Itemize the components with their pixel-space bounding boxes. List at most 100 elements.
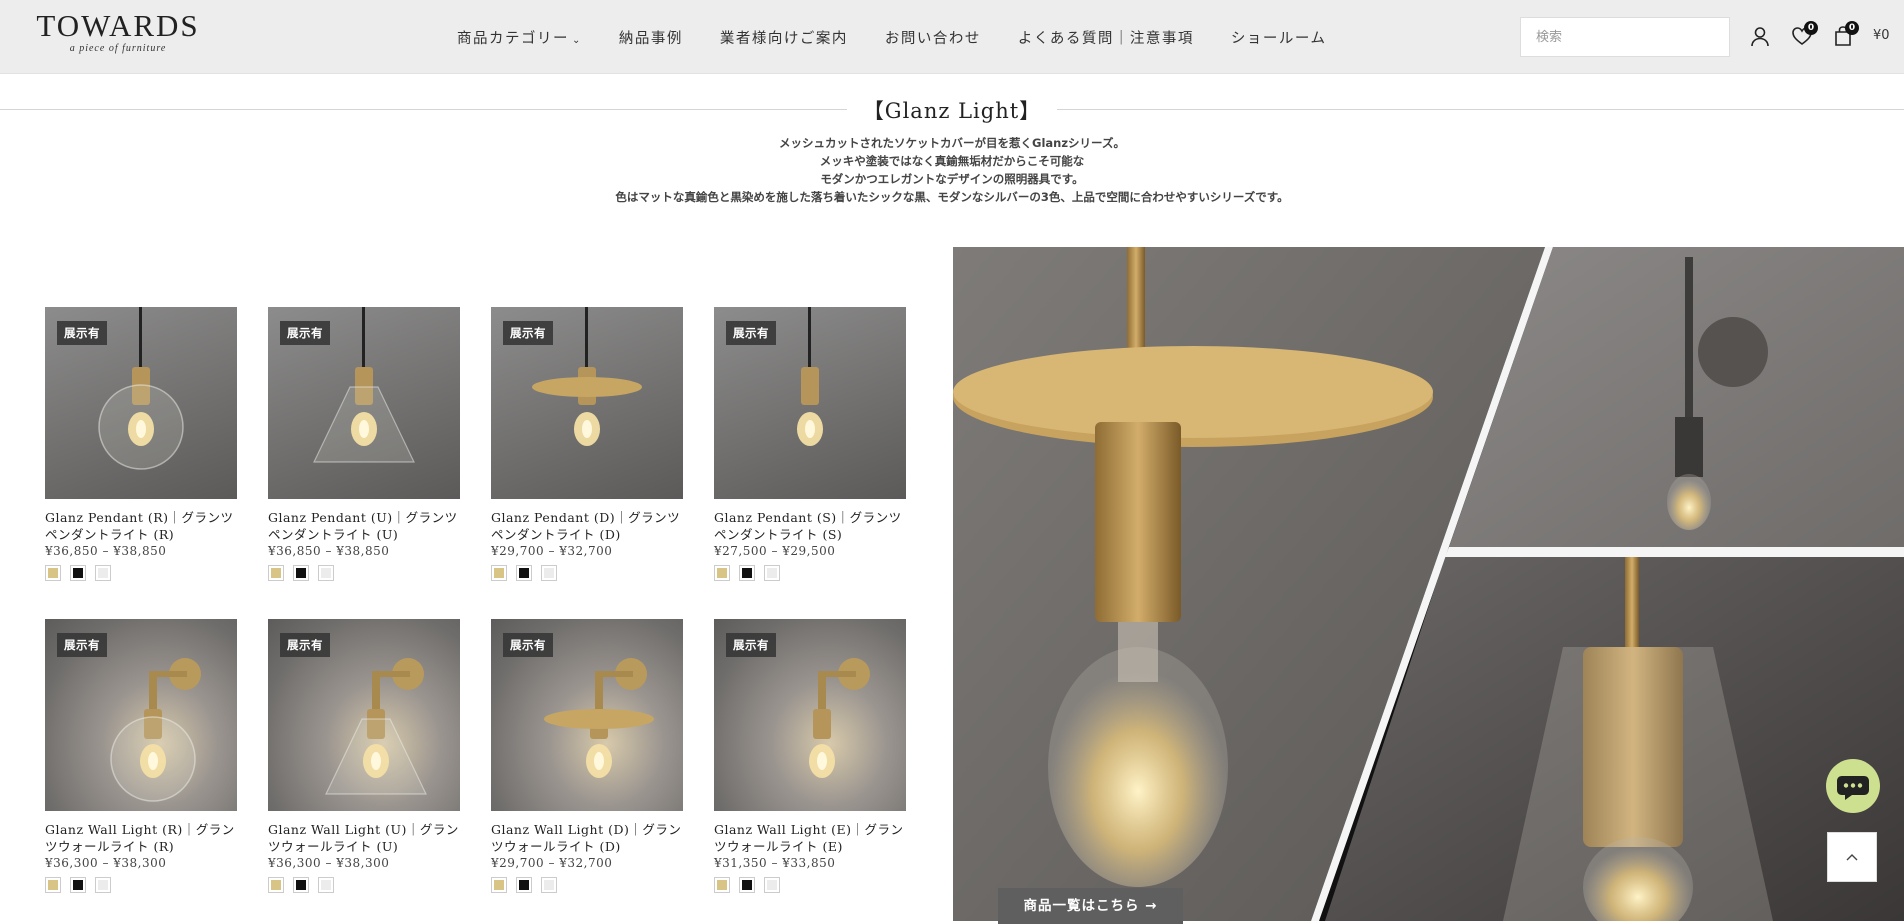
logo-tagline: a piece of furniture [69, 43, 167, 54]
product-image[interactable]: 展示有 [491, 619, 683, 811]
logo-wordmark: TOWARDS [36, 8, 200, 43]
display-badge: 展示有 [503, 321, 553, 345]
description-line: 色はマットな真鍮色と黒染めを施した落ち着いたシックな黒、モダンなシルバーの3色、… [615, 190, 1289, 204]
user-icon [1751, 27, 1769, 47]
product-image[interactable]: 展示有 [45, 619, 237, 811]
swatch-gold[interactable] [714, 565, 730, 581]
description-line: メッキや塗装ではなく真鍮無垢材だからこそ可能な [819, 154, 1085, 168]
product-card[interactable]: 展示有 Glanz Pendant (D)｜グランツ ペンダントライト (D) … [491, 307, 683, 581]
product-name[interactable]: Glanz Pendant (R)｜グランツ ペンダントライト (R) [45, 509, 237, 543]
swatch-silver[interactable] [95, 565, 111, 581]
product-name[interactable]: Glanz Pendant (S)｜グランツ ペンダントライト (S) [714, 509, 906, 543]
product-card[interactable]: 展示有 Glanz Wall Light (R)｜グラン ツウォールライト (R… [45, 619, 237, 893]
product-name-line: ペンダントライト (R) [45, 527, 175, 542]
product-card[interactable]: 展示有 Glanz Wall Light (E)｜グラン ツウォールライト (E… [714, 619, 906, 893]
product-image[interactable]: 展示有 [268, 307, 460, 499]
hero-collage-image[interactable] [953, 247, 1904, 921]
view-all-products-button[interactable]: 商品一覧はこちら → [998, 888, 1183, 924]
product-name-line: ツウォールライト (E) [714, 839, 843, 854]
product-name-line: ペンダントライト (U) [268, 527, 399, 542]
product-price: ¥36,850 – ¥38,850 [45, 544, 167, 558]
product-card[interactable]: 展示有 Glanz Wall Light (D)｜グラン ツウォールライト (D… [491, 619, 683, 893]
product-image[interactable]: 展示有 [45, 307, 237, 499]
product-name-line: ツウォールライト (D) [491, 839, 621, 854]
color-swatches [268, 565, 460, 581]
search-input[interactable] [1520, 17, 1730, 57]
product-name-line: ペンダントライト (D) [491, 527, 621, 542]
back-to-top-button[interactable] [1827, 832, 1877, 882]
nav-item-categories[interactable]: 商品カテゴリー ⌄ [457, 27, 582, 48]
color-swatches [714, 565, 906, 581]
swatch-gold[interactable] [268, 877, 284, 893]
swatch-black[interactable] [739, 565, 755, 581]
product-name-line: Glanz Wall Light (D)｜グラン [491, 822, 682, 837]
swatch-silver[interactable] [541, 565, 557, 581]
product-name-line: Glanz Pendant (U)｜グランツ [268, 510, 458, 525]
product-name-line: Glanz Wall Light (E)｜グラン [714, 822, 904, 837]
product-name[interactable]: Glanz Wall Light (D)｜グラン ツウォールライト (D) [491, 821, 683, 855]
color-swatches [491, 565, 683, 581]
product-card[interactable]: 展示有 Glanz Pendant (S)｜グランツ ペンダントライト (S) … [714, 307, 906, 581]
color-swatches [714, 877, 906, 893]
product-price: ¥31,350 – ¥33,850 [714, 856, 836, 870]
nav-item-faq[interactable]: よくある質問｜注意事項 [1018, 27, 1194, 48]
section-description: メッシュカットされたソケットカバーが目を惹くGlanzシリーズ。 メッキや塗装で… [0, 134, 1904, 206]
cart-button[interactable]: 0 [1832, 21, 1859, 47]
swatch-silver[interactable] [764, 565, 780, 581]
swatch-black[interactable] [70, 877, 86, 893]
product-card[interactable]: 展示有 Glanz Pendant (R)｜グランツ ペンダントライト (R) … [45, 307, 237, 581]
swatch-black[interactable] [70, 565, 86, 581]
product-price: ¥36,300 – ¥38,300 [45, 856, 167, 870]
color-swatches [491, 877, 683, 893]
nav-item-showroom[interactable]: ショールーム [1231, 27, 1327, 48]
product-image[interactable]: 展示有 [268, 619, 460, 811]
swatch-black[interactable] [739, 877, 755, 893]
swatch-silver[interactable] [318, 877, 334, 893]
product-name[interactable]: Glanz Wall Light (E)｜グラン ツウォールライト (E) [714, 821, 906, 855]
display-badge: 展示有 [57, 321, 107, 345]
product-price: ¥36,850 – ¥38,850 [268, 544, 390, 558]
chat-button[interactable] [1826, 759, 1880, 813]
swatch-black[interactable] [516, 565, 532, 581]
swatch-gold[interactable] [268, 565, 284, 581]
hero-collage-graphic [953, 247, 1904, 921]
swatch-black[interactable] [293, 877, 309, 893]
product-name[interactable]: Glanz Wall Light (R)｜グラン ツウォールライト (R) [45, 821, 237, 855]
swatch-silver[interactable] [764, 877, 780, 893]
product-name[interactable]: Glanz Pendant (U)｜グランツ ペンダントライト (U) [268, 509, 460, 543]
swatch-gold[interactable] [45, 565, 61, 581]
wishlist-count-badge: 0 [1804, 21, 1818, 35]
product-name[interactable]: Glanz Wall Light (U)｜グラン ツウォールライト (U) [268, 821, 460, 855]
product-image[interactable]: 展示有 [714, 307, 906, 499]
nav-item-business[interactable]: 業者様向けご案内 [720, 27, 848, 48]
account-button[interactable] [1749, 25, 1771, 47]
product-price: ¥27,500 – ¥29,500 [714, 544, 836, 558]
swatch-black[interactable] [516, 877, 532, 893]
swatch-silver[interactable] [541, 877, 557, 893]
display-badge: 展示有 [57, 633, 107, 657]
product-image[interactable]: 展示有 [714, 619, 906, 811]
swatch-gold[interactable] [491, 877, 507, 893]
product-name-line: Glanz Wall Light (R)｜グラン [45, 822, 235, 837]
nav-item-contact[interactable]: お問い合わせ [885, 27, 981, 48]
swatch-gold[interactable] [714, 877, 730, 893]
chevron-down-icon: ⌄ [572, 35, 582, 46]
product-image[interactable]: 展示有 [491, 307, 683, 499]
nav-item-cases[interactable]: 納品事例 [619, 27, 683, 48]
product-name[interactable]: Glanz Pendant (D)｜グランツ ペンダントライト (D) [491, 509, 683, 543]
product-card[interactable]: 展示有 Glanz Wall Light (U)｜グラン ツウォールライト (U… [268, 619, 460, 893]
swatch-gold[interactable] [491, 565, 507, 581]
swatch-gold[interactable] [45, 877, 61, 893]
wishlist-button[interactable]: 0 [1791, 21, 1818, 47]
display-badge: 展示有 [726, 321, 776, 345]
swatch-black[interactable] [293, 565, 309, 581]
product-price: ¥36,300 – ¥38,300 [268, 856, 390, 870]
site-logo[interactable]: TOWARDS a piece of furniture [28, 8, 208, 55]
cart-total[interactable]: ¥0 [1873, 28, 1890, 43]
product-price: ¥29,700 – ¥32,700 [491, 544, 613, 558]
site-header: TOWARDS a piece of furniture 商品カテゴリー ⌄ 納品… [0, 0, 1904, 74]
swatch-silver[interactable] [95, 877, 111, 893]
swatch-silver[interactable] [318, 565, 334, 581]
display-badge: 展示有 [280, 321, 330, 345]
product-card[interactable]: 展示有 Glanz Pendant (U)｜グランツ ペンダントライト (U) … [268, 307, 460, 581]
